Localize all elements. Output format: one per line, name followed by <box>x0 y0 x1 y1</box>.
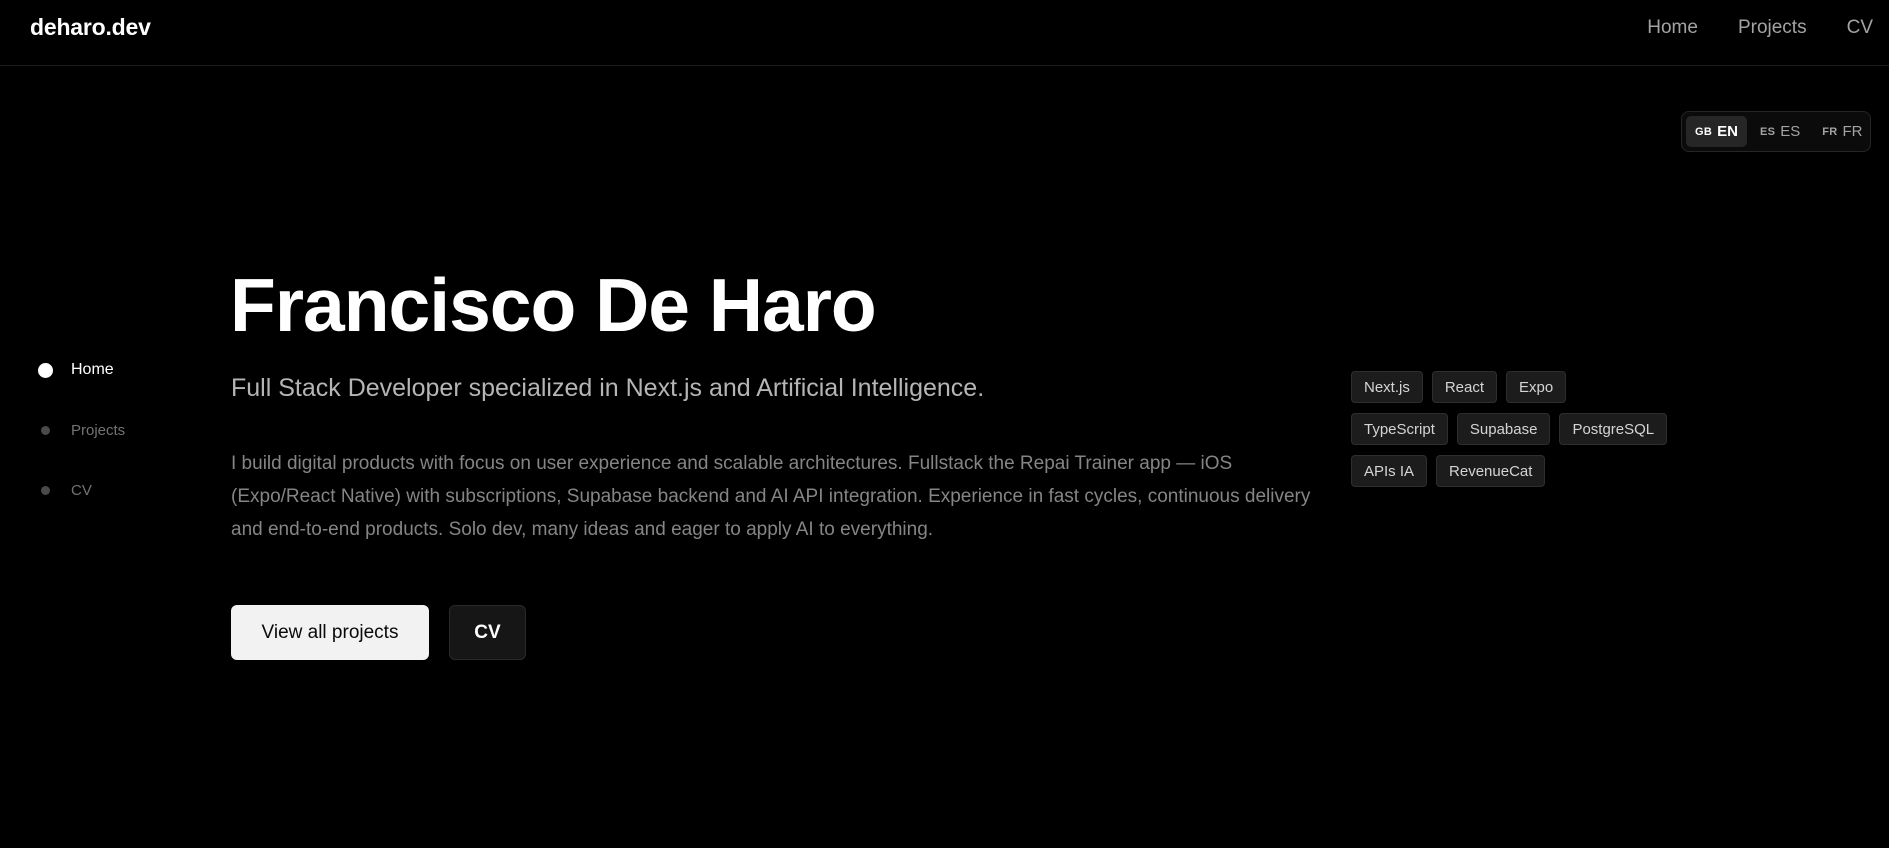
lang-option-en[interactable]: GB EN <box>1686 116 1747 147</box>
side-nav-label: Projects <box>71 421 126 439</box>
lang-option-fr[interactable]: FR FR <box>1813 116 1871 147</box>
tag-row: APIs IA RevenueCat <box>1351 455 1691 487</box>
side-nav-item-home[interactable]: Home <box>38 357 125 383</box>
es-flag-icon: ES <box>1759 125 1776 138</box>
lang-code-label: EN <box>1717 123 1738 140</box>
side-nav-label: Home <box>71 361 114 378</box>
side-nav-item-cv[interactable]: CV <box>38 477 125 503</box>
language-switcher: GB EN ES ES FR FR <box>1681 111 1871 152</box>
side-nav-item-projects[interactable]: Projects <box>38 417 125 443</box>
dot-icon <box>41 425 50 435</box>
tech-tag: Expo <box>1506 371 1567 403</box>
hero-title: Francisco De Haro <box>230 263 877 347</box>
tech-tag: React <box>1431 371 1498 403</box>
fr-flag-icon: FR <box>1822 125 1838 138</box>
hero-description: I build digital products with focus on u… <box>231 453 1311 540</box>
tech-tag: APIs IA <box>1351 455 1428 487</box>
gb-flag-icon: GB <box>1695 125 1713 138</box>
active-dot-icon <box>38 362 53 378</box>
hero-subtitle: Full Stack Developer specialized in Next… <box>231 374 985 402</box>
tech-tag: PostgreSQL <box>1559 413 1668 445</box>
nav-link-cv[interactable]: CV <box>1847 17 1873 39</box>
tag-row: TypeScript Supabase PostgreSQL <box>1351 413 1691 445</box>
tag-row: Next.js React Expo <box>1351 371 1691 403</box>
lang-code-label: ES <box>1780 123 1801 140</box>
nav-link-home[interactable]: Home <box>1647 17 1698 39</box>
tech-tag: RevenueCat <box>1436 455 1546 487</box>
cv-button[interactable]: CV <box>449 605 526 660</box>
side-nav-label: CV <box>71 481 92 499</box>
section-side-nav: Home Projects CV <box>38 357 125 537</box>
tech-tag: Next.js <box>1351 371 1423 403</box>
top-nav: Home Projects CV <box>1607 17 1873 39</box>
brand-logo[interactable]: deharo.dev <box>30 14 151 41</box>
lang-option-es[interactable]: ES ES <box>1751 116 1809 147</box>
dot-icon <box>41 485 50 495</box>
view-all-projects-button[interactable]: View all projects <box>231 605 429 660</box>
lang-code-label: FR <box>1842 123 1863 140</box>
tech-tag: Supabase <box>1456 413 1551 445</box>
top-navbar: deharo.dev Home Projects CV <box>0 0 1889 66</box>
tech-tag: TypeScript <box>1351 413 1448 445</box>
nav-link-projects[interactable]: Projects <box>1738 17 1807 39</box>
tech-tags: Next.js React Expo TypeScript Supabase P… <box>1351 371 1691 497</box>
